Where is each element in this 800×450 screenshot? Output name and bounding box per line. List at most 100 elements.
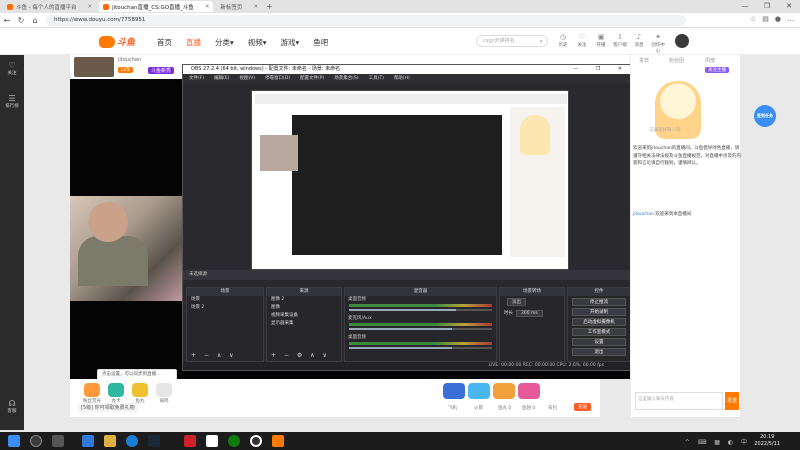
task-view-icon[interactable] (52, 435, 64, 447)
scene-item[interactable]: 场景 (187, 296, 263, 304)
start-icon[interactable] (8, 435, 20, 447)
duration-input[interactable]: 300 ms (516, 310, 543, 317)
start-recording-button[interactable]: 开始录制 (572, 308, 626, 316)
source-item[interactable]: 图像 2 (267, 296, 341, 304)
steam-icon[interactable] (148, 435, 160, 447)
netease-music-icon[interactable] (184, 435, 196, 447)
douyu-app-icon[interactable] (272, 435, 284, 447)
collections-icon[interactable]: ▤ (762, 15, 769, 23)
rocket-gift-icon[interactable] (468, 383, 490, 399)
source-item[interactable]: 显示器采集 (267, 320, 341, 328)
nav-category[interactable]: 分类▾ (215, 37, 234, 48)
nav-yuba[interactable]: 鱼吧 (313, 37, 328, 48)
chat-input[interactable]: 这里输入聊天内容 (635, 392, 723, 410)
obs-menu-docks[interactable]: 停靠窗口(D) (265, 74, 290, 83)
search-icon[interactable]: ⌕ (540, 37, 543, 47)
messages-button[interactable]: ♪ 消息 (632, 33, 646, 54)
streamer-name[interactable]: jitouchan (118, 57, 141, 63)
browser-tab-3[interactable]: 新标签页 ✕ (216, 1, 262, 12)
scene-item[interactable]: 场景 2 (187, 304, 263, 312)
refresh-icon[interactable]: ↻ (14, 16, 28, 25)
browser-tab-2[interactable]: jitouchan直播_CS:GO直播_斗鱼 ✕ (99, 1, 214, 12)
minimize-button[interactable]: — (734, 0, 756, 13)
send-button[interactable]: 发送 (725, 392, 739, 410)
douyu-logo[interactable]: 斗鱼 (99, 35, 135, 48)
system-tray-icons[interactable]: ^ ⌨ ▦ ◐ 中 (685, 437, 750, 446)
plane-gift-icon[interactable] (443, 383, 465, 399)
favorite-star-icon[interactable]: ☆ (750, 15, 756, 23)
gift-weakchick[interactable]: 弱鸡 (154, 383, 174, 404)
more-menu-icon[interactable]: … (787, 15, 794, 23)
obs-menu-profile[interactable]: 配置文件(P) (300, 74, 324, 83)
volume-slider[interactable] (349, 347, 492, 349)
super-rocket-gift-icon[interactable] (493, 383, 515, 399)
rank-badge[interactable]: 斗鱼新秀 (148, 67, 175, 74)
obs-menu-scene-collection[interactable]: 场景集合(S) (334, 74, 358, 83)
scenes-toolbar[interactable]: + − ∧ ∨ (191, 352, 237, 359)
nav-games[interactable]: 游戏▾ (281, 37, 300, 48)
signin-task-badge[interactable]: 签到任务 (754, 105, 776, 127)
maximize-button[interactable]: ❐ (756, 0, 778, 13)
url-input[interactable]: https://www.douyu.com/7758951 (46, 14, 686, 26)
close-tab-icon[interactable]: ✕ (253, 4, 258, 10)
gift-fishball[interactable]: 鱼丸 (130, 383, 150, 404)
home-icon[interactable]: ⌂ (28, 16, 42, 25)
nav-video[interactable]: 视频▾ (248, 37, 267, 48)
follow-streamer-button[interactable]: 关注主播 (705, 67, 729, 73)
volume-slider[interactable] (349, 309, 492, 311)
obs-menu-edit[interactable]: 编辑(E) (214, 74, 229, 83)
close-tab-icon[interactable]: ✕ (205, 4, 210, 10)
follow-button[interactable]: ♡ 关注 (575, 33, 589, 54)
tab-weekly[interactable]: 周榜 (705, 57, 715, 64)
ie-icon[interactable] (82, 435, 94, 447)
source-item[interactable]: 视频采集设备 (267, 312, 341, 320)
obs-menu-view[interactable]: 视图(V) (239, 74, 255, 83)
obs-menu-tools[interactable]: 工具(T) (369, 74, 384, 83)
browser-tab-1[interactable]: 斗鱼 - 每个人的直播平台 ✕ (3, 1, 96, 12)
recharge-button[interactable]: 充值 (574, 403, 591, 411)
search-icon[interactable] (30, 435, 42, 447)
studio-mode-button[interactable]: 工作室模式 (572, 328, 626, 336)
tab-fanclub[interactable]: 粉丝团 (669, 57, 684, 64)
tab-vip[interactable]: 贵宾 (639, 57, 649, 64)
new-tab-icon[interactable]: + (266, 2, 273, 11)
obs-preview-canvas[interactable] (251, 90, 569, 270)
history-button[interactable]: ◷ 历史 (556, 33, 570, 54)
close-tab-icon[interactable]: ✕ (87, 4, 92, 10)
nav-live[interactable]: 直播 (186, 37, 201, 48)
rail-item-ranking[interactable]: ☰ 排行榜 (0, 94, 24, 109)
edge-icon[interactable] (126, 435, 138, 447)
volume-slider[interactable] (349, 328, 492, 330)
xbox-icon[interactable] (228, 435, 240, 447)
settings-button[interactable]: 设置 (572, 338, 626, 346)
back-arrow-icon[interactable]: ← (0, 16, 14, 25)
source-item[interactable]: 图像 (267, 304, 341, 312)
free-gift-notice[interactable]: [5级] 你可领取免费礼物 (78, 403, 138, 412)
obs-menu-help[interactable]: 帮助(H) (394, 74, 410, 83)
nav-home[interactable]: 首页 (157, 37, 172, 48)
creator-center-button[interactable]: ✦ 创作中心 (651, 33, 665, 54)
streamer-avatar[interactable] (74, 57, 114, 77)
notepad-icon[interactable] (206, 435, 218, 447)
file-explorer-icon[interactable] (104, 435, 116, 447)
obs-window-controls[interactable]: — ❐ ✕ (573, 65, 630, 74)
exit-button[interactable]: 退出 (572, 348, 626, 356)
taskbar-clock[interactable]: 20:19 2022/5/11 (754, 434, 780, 448)
rail-item-service[interactable]: ☊ 客服 (0, 399, 24, 414)
gift-card[interactable]: 办卡 (106, 383, 126, 404)
666-gift-icon[interactable] (518, 383, 540, 399)
profile-icon[interactable]: ● (775, 15, 781, 23)
user-avatar[interactable] (675, 34, 689, 48)
virtual-camera-button[interactable]: 启动虚拟摄像机 (572, 318, 626, 326)
backpack-label[interactable]: 背包 (548, 405, 557, 411)
obs-icon[interactable] (250, 435, 262, 447)
close-window-button[interactable]: ✕ (778, 0, 800, 13)
sources-toolbar[interactable]: + − ⚙ ∧ ∨ (271, 352, 330, 359)
chat-username[interactable]: jitouchan (633, 212, 654, 217)
stop-streaming-button[interactable]: 停止推流 (572, 298, 626, 306)
client-button[interactable]: ⇩ 客户端 (613, 33, 627, 54)
search-input[interactable]: csgo天梯排名 ⌕ (476, 35, 548, 47)
obs-menu-file[interactable]: 文件(F) (189, 74, 204, 83)
start-stream-button[interactable]: ▣ 开播 (594, 33, 608, 54)
rail-item-follow[interactable]: ♡ 关注 (0, 61, 24, 76)
